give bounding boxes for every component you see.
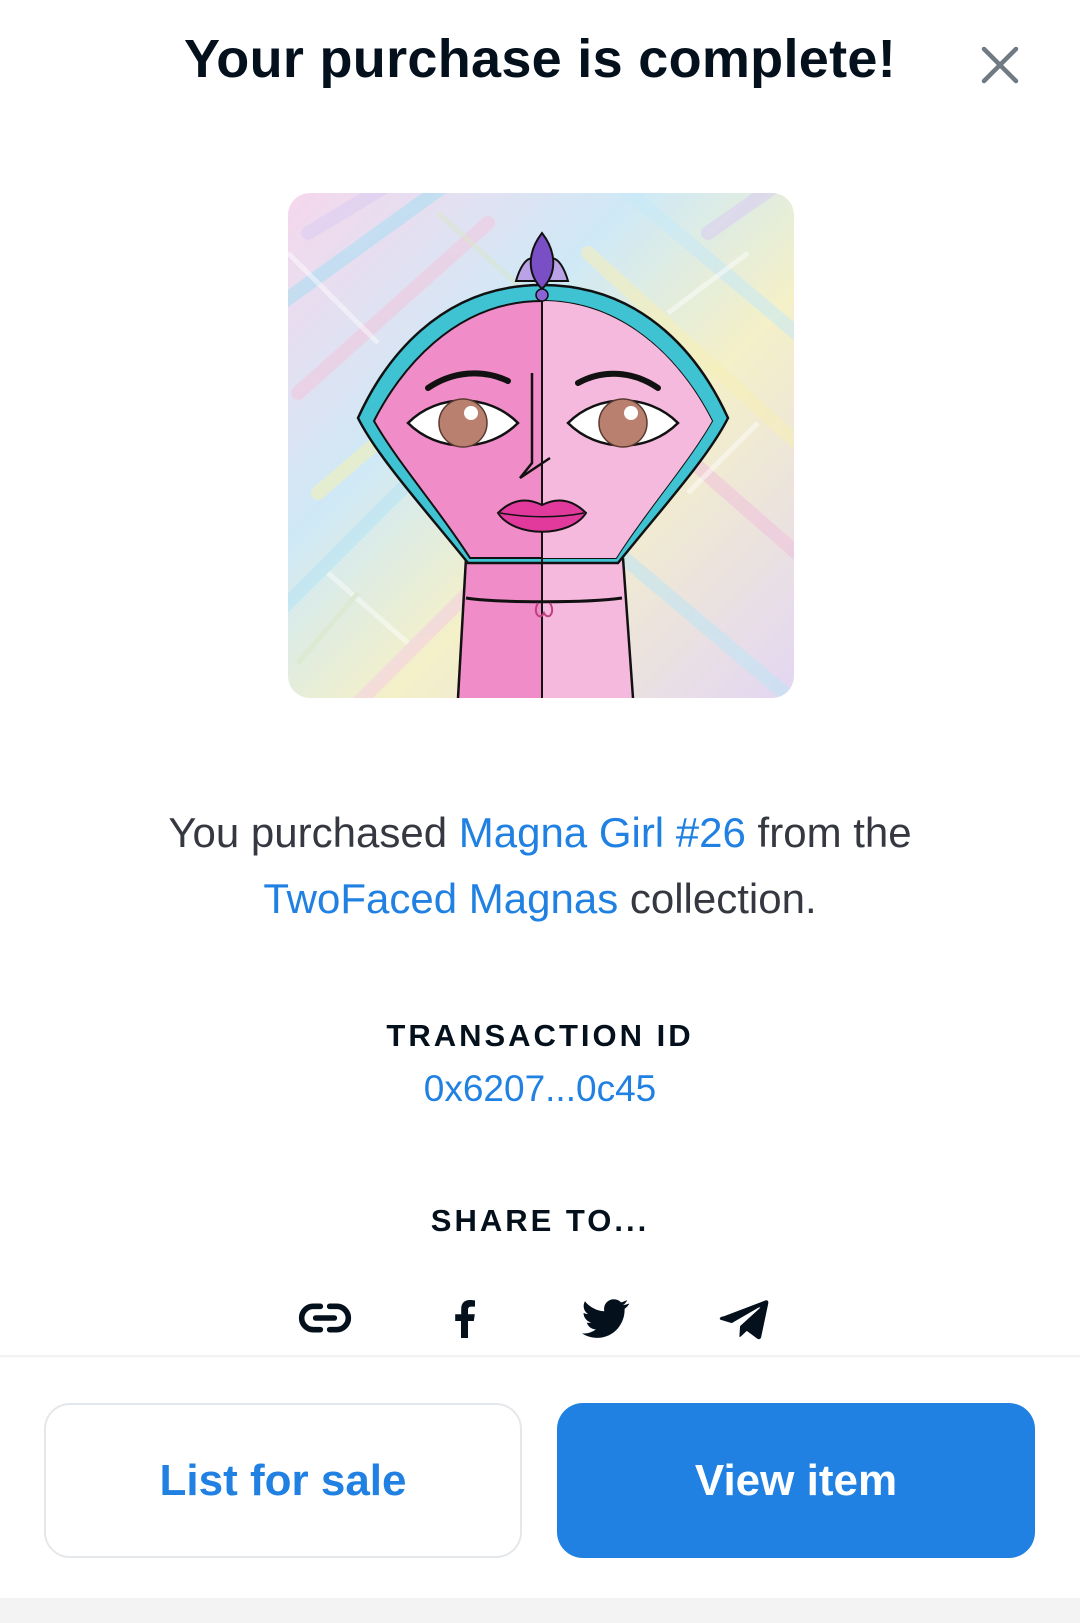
transaction-id-link[interactable]: 0x6207...0c45: [0, 1068, 1080, 1110]
purchase-suffix: collection.: [618, 875, 817, 922]
page-title: Your purchase is complete!: [184, 29, 896, 89]
view-item-button[interactable]: View item: [557, 1403, 1035, 1558]
nft-image: [288, 193, 794, 698]
facebook-icon: [455, 1300, 475, 1338]
share-label: SHARE TO...: [430, 1203, 650, 1238]
copy-link-button[interactable]: [290, 1283, 360, 1353]
purchase-prefix: You purchased: [168, 809, 459, 856]
transaction-label: TRANSACTION ID: [386, 1018, 694, 1053]
link-icon: [298, 1303, 352, 1333]
telegram-icon: [719, 1300, 769, 1340]
purchase-middle: from the: [745, 809, 912, 856]
twitter-icon: [581, 1299, 630, 1338]
bottom-strip: [0, 1598, 1080, 1623]
close-button[interactable]: [975, 40, 1025, 90]
close-icon: [981, 46, 1019, 84]
collection-link[interactable]: TwoFaced Magnas: [263, 875, 618, 922]
share-buttons: [0, 1283, 1080, 1353]
share-facebook-button[interactable]: [430, 1283, 500, 1353]
item-link[interactable]: Magna Girl #26: [459, 809, 746, 856]
share-twitter-button[interactable]: [570, 1283, 640, 1353]
footer-divider: [0, 1355, 1080, 1358]
list-for-sale-button[interactable]: List for sale: [44, 1403, 522, 1558]
share-telegram-button[interactable]: [710, 1283, 780, 1353]
purchase-summary: You purchased Magna Girl #26 from the Tw…: [60, 800, 1020, 932]
